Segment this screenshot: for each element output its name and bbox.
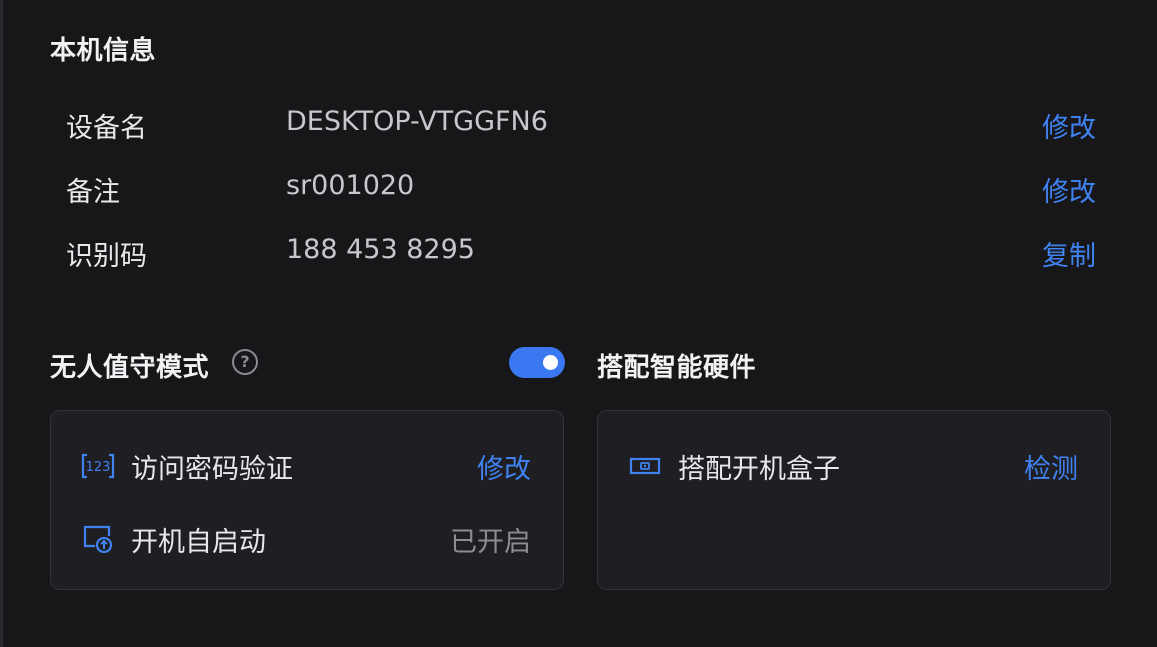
smart-hardware-card: 搭配开机盒子 检测 xyxy=(597,410,1111,590)
detect-button[interactable]: 检测 xyxy=(1024,447,1078,486)
autostart-row: 开机自启动 已开启 xyxy=(81,520,531,560)
device-id-value: 188 453 8295 xyxy=(286,234,475,265)
info-row-remark: 备注 sr001020 修改 xyxy=(66,170,1096,210)
toggle-knob xyxy=(543,355,558,370)
edit-device-name-button[interactable]: 修改 xyxy=(1042,106,1096,145)
remark-value: sr001020 xyxy=(286,170,415,201)
info-row-device-name: 设备名 DESKTOP-VTGGFN6 修改 xyxy=(66,106,1096,146)
boot-box-label: 搭配开机盒子 xyxy=(678,454,840,485)
copy-device-id-button[interactable]: 复制 xyxy=(1042,234,1096,273)
password-verify-label: 访问密码验证 xyxy=(131,454,293,485)
edit-remark-button[interactable]: 修改 xyxy=(1042,170,1096,209)
info-row-device-id: 识别码 188 453 8295 复制 xyxy=(66,234,1096,274)
autostart-status: 已开启 xyxy=(450,527,531,558)
help-icon[interactable]: ? xyxy=(232,349,258,375)
autostart-icon xyxy=(81,524,115,554)
unattended-mode-toggle[interactable] xyxy=(509,347,565,378)
device-name-value: DESKTOP-VTGGFN6 xyxy=(286,106,548,137)
boot-box-icon xyxy=(628,451,662,481)
device-info-title: 本机信息 xyxy=(50,36,157,66)
edit-password-button[interactable]: 修改 xyxy=(477,447,531,486)
svg-text:123: 123 xyxy=(86,460,111,475)
password-icon: 123 xyxy=(81,451,115,481)
unattended-mode-title: 无人值守模式 xyxy=(50,353,210,383)
password-verify-row: 123 访问密码验证 修改 xyxy=(81,447,531,487)
unattended-card: 123 访问密码验证 修改 开机自启动 已开启 xyxy=(50,410,564,590)
boot-box-row: 搭配开机盒子 检测 xyxy=(628,447,1078,487)
device-id-label: 识别码 xyxy=(66,241,147,272)
left-divider xyxy=(0,0,3,647)
device-name-label: 设备名 xyxy=(66,113,147,144)
autostart-label: 开机自启动 xyxy=(131,527,266,558)
smart-hardware-title: 搭配智能硬件 xyxy=(597,353,757,383)
remark-label: 备注 xyxy=(66,177,120,208)
